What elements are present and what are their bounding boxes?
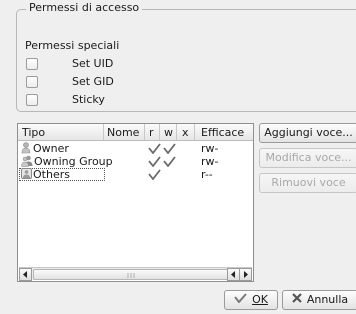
row-tipo: Owner [33,142,69,155]
column-header-r[interactable]: r [149,126,154,140]
column-header-tipo[interactable]: Tipo [22,126,45,140]
column-header-x[interactable]: x [182,126,189,140]
special-permissions-label: Permessi speciali [25,39,120,52]
table-header: Tipo Nome r w x Efficace [18,124,253,141]
column-header-w[interactable]: w [164,126,173,140]
others-icon [21,168,32,182]
sticky-checkbox[interactable] [26,94,38,106]
scroll-left-button[interactable] [19,268,32,281]
add-entry-button[interactable]: Aggiungi voce... [259,123,356,143]
column-header-efficace[interactable]: Efficace [201,126,244,140]
setgid-label: Set GID [72,75,114,88]
ok-label: OK [252,293,268,306]
close-icon [292,291,302,309]
acl-table[interactable]: Tipo Nome r w x Efficace Owner rw- Ownin… [17,123,254,282]
column-header-nome[interactable]: Nome [107,126,139,140]
table-row[interactable]: Owner rw- [18,142,253,155]
sticky-label: Sticky [72,93,105,106]
remove-entry-button[interactable]: Rimuovi voce [259,173,356,193]
setuid-label: Set UID [72,57,114,70]
table-row[interactable]: Others r-- [18,168,253,181]
row-efficace: r-- [201,168,213,181]
setgid-checkbox[interactable] [26,76,38,88]
access-permissions-group [16,9,356,112]
cancel-button[interactable]: Annulla [282,290,356,310]
scrollbar-thumb[interactable] [33,269,229,280]
cancel-label: Annulla [306,293,349,306]
ok-button[interactable]: OK [224,290,278,310]
row-tipo: Owning Group [34,155,113,168]
checkmark-icon [234,291,247,309]
table-row[interactable]: Owning Group rw- [18,155,253,168]
check-icon [148,169,161,183]
horizontal-scrollbar[interactable] [19,267,252,281]
row-efficace: rw- [201,155,219,168]
modify-entry-button[interactable]: Modifica voce... [259,148,356,168]
scroll-right-button[interactable] [239,268,252,281]
access-permissions-title: Permessi di accesso [26,1,143,14]
row-efficace: rw- [201,142,219,155]
row-tipo: Others [33,168,70,181]
setuid-checkbox[interactable] [26,58,38,70]
